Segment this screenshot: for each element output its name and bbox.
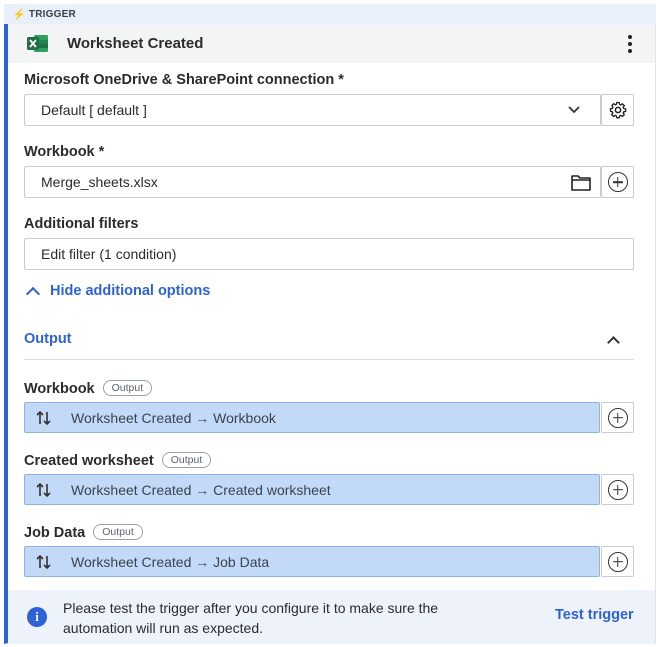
output-workbook-add-button[interactable]: [601, 402, 634, 433]
kebab-menu-icon[interactable]: [627, 35, 633, 53]
output-field-value: Worksheet Created → Job Data: [71, 554, 270, 570]
info-icon: i: [27, 607, 47, 627]
workbook-label: Workbook *: [24, 144, 105, 160]
filters-label: Additional filters: [24, 216, 139, 232]
excel-icon: [27, 35, 48, 52]
card-title: Worksheet Created: [67, 35, 204, 52]
trigger-card: Worksheet Created Microsoft OneDrive & S…: [4, 24, 656, 644]
output-workbook-label: Workbook Output: [24, 380, 153, 397]
plus-circle-icon: [607, 479, 628, 500]
hide-options-label: Hide additional options: [50, 283, 211, 299]
chevron-up-icon: [25, 286, 41, 301]
sort-arrows-icon: [36, 410, 51, 426]
plus-circle-icon: [607, 407, 628, 428]
output-worksheet-add-button[interactable]: [601, 474, 634, 505]
lightning-icon: ⚡: [12, 8, 26, 21]
output-worksheet-label: Created worksheet Output: [24, 452, 212, 469]
sort-arrows-icon: [36, 554, 51, 570]
info-text: Please test the trigger after you config…: [63, 600, 439, 636]
output-workbook-field[interactable]: Worksheet Created → Workbook: [24, 402, 600, 433]
connection-label: Microsoft OneDrive & SharePoint connecti…: [24, 72, 344, 88]
workbook-add-button[interactable]: [601, 166, 634, 198]
hide-options-link[interactable]: Hide additional options: [25, 283, 211, 301]
output-field-label: Job Data: [24, 525, 86, 541]
card-header[interactable]: Worksheet Created: [8, 24, 655, 63]
workbook-input[interactable]: Merge_sheets.xlsx: [24, 166, 601, 198]
sort-arrows-icon: [36, 482, 51, 498]
connection-select[interactable]: Default [ default ]: [24, 94, 601, 126]
output-jobdata-field[interactable]: Worksheet Created → Job Data: [24, 546, 600, 577]
info-bar: i Please test the trigger after you conf…: [8, 590, 655, 644]
connection-settings-button[interactable]: [601, 94, 634, 126]
output-section-title: Output: [24, 331, 72, 347]
gear-icon: [609, 101, 626, 119]
output-badge: Output: [161, 452, 212, 468]
trigger-tag: ⚡ TRIGGER: [4, 4, 656, 24]
output-jobdata-add-button[interactable]: [601, 546, 634, 577]
plus-circle-icon: [607, 551, 628, 572]
workbook-value: Merge_sheets.xlsx: [41, 174, 158, 190]
output-field-value: Worksheet Created → Created worksheet: [71, 482, 331, 498]
output-jobdata-label: Job Data Output: [24, 524, 143, 541]
plus-circle-icon: [607, 172, 628, 192]
output-field-value: Worksheet Created → Workbook: [71, 410, 276, 426]
folder-icon[interactable]: [571, 174, 591, 191]
trigger-tag-label: TRIGGER: [28, 8, 76, 20]
connection-value: Default [ default ]: [41, 102, 147, 118]
output-field-label: Workbook: [24, 381, 95, 397]
output-badge: Output: [93, 524, 143, 540]
divider: [24, 359, 634, 360]
output-field-label: Created worksheet: [24, 453, 154, 469]
output-badge: Output: [102, 380, 153, 396]
output-worksheet-field[interactable]: Worksheet Created → Created worksheet: [24, 474, 600, 505]
test-trigger-button[interactable]: Test trigger: [555, 607, 634, 623]
collapse-output-icon[interactable]: [607, 336, 620, 349]
edit-filter-label: Edit filter (1 condition): [41, 246, 177, 262]
chevron-down-icon: [568, 106, 580, 114]
edit-filter-button[interactable]: Edit filter (1 condition): [24, 238, 634, 270]
